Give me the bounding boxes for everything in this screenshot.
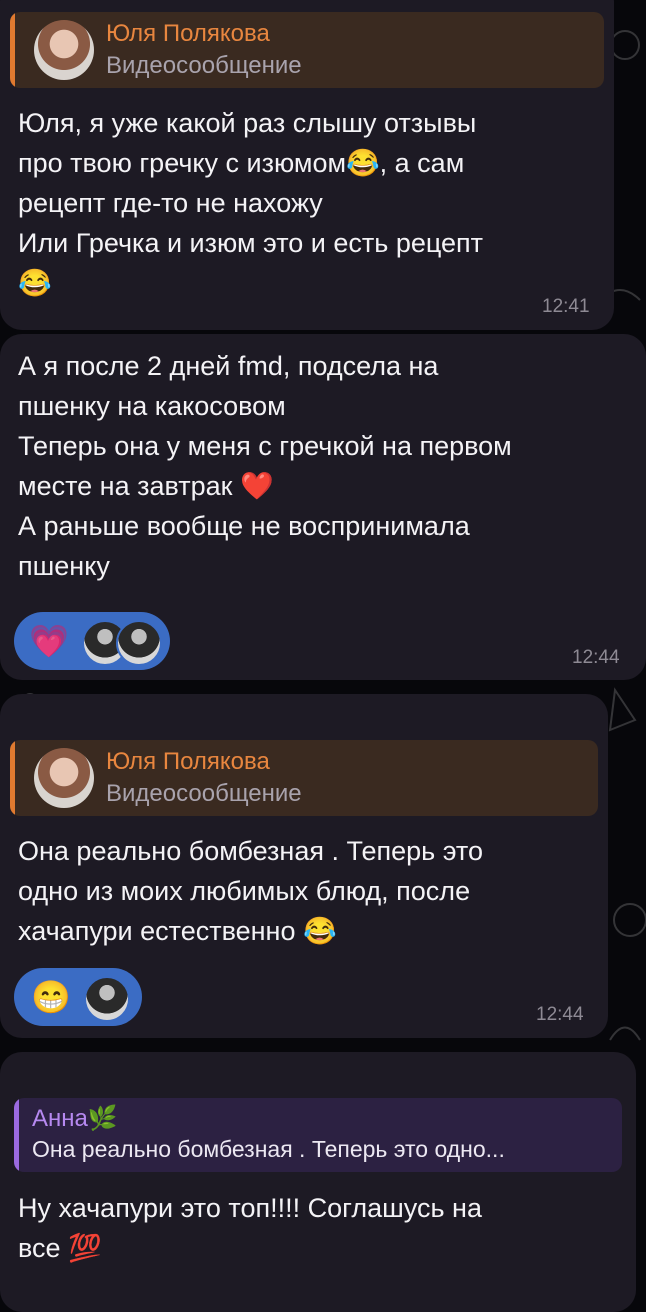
reply-subtitle: Видеосообщение xyxy=(106,52,302,79)
grin-reaction-icon: 😁 xyxy=(31,979,71,1015)
reactions-bar[interactable]: 💗 xyxy=(14,612,170,670)
message-text: Она реально бомбезная . Теперь это одно … xyxy=(18,836,483,946)
reply-accent-bar xyxy=(10,740,15,816)
reply-author: Юля Полякова xyxy=(106,748,270,775)
message-time: 12:41 xyxy=(542,296,590,317)
reactor-avatar xyxy=(116,620,162,666)
heart-reaction-icon: 💗 xyxy=(29,623,69,659)
reply-preview[interactable]: Анна🌿 Она реально бомбезная . Теперь это… xyxy=(14,1098,622,1172)
message-text: А я после 2 дней fmd, подсела на пшенку … xyxy=(18,351,512,581)
message-time: 12:44 xyxy=(572,647,620,668)
reactions-bar[interactable]: 😁 xyxy=(14,968,142,1026)
message-text: Ну хачапури это топ!!!! Соглашусь на все… xyxy=(18,1193,482,1263)
reply-accent-bar xyxy=(14,1098,19,1172)
reply-preview[interactable]: Юля Полякова Видеосообщение xyxy=(10,740,598,816)
avatar xyxy=(34,748,94,808)
message-bubble[interactable]: Юля Полякова Видеосообщение Юля, я уже к… xyxy=(0,0,614,330)
reply-author: Юля Полякова xyxy=(106,20,270,47)
message-text: Юля, я уже какой раз слышу отзывы про тв… xyxy=(18,108,484,298)
reactor-avatar xyxy=(84,976,130,1022)
reply-subtitle: Она реально бомбезная . Теперь это одно.… xyxy=(32,1136,505,1162)
message-bubble[interactable]: Анна🌿 Она реально бомбезная . Теперь это… xyxy=(0,1052,636,1312)
avatar xyxy=(34,20,94,80)
message-bubble[interactable]: Юля Полякова Видеосообщение Она реально … xyxy=(0,694,608,1038)
reply-preview[interactable]: Юля Полякова Видеосообщение xyxy=(10,12,604,88)
reply-accent-bar xyxy=(10,12,15,88)
message-bubble[interactable]: А я после 2 дней fmd, подсела на пшенку … xyxy=(0,334,646,680)
message-time: 12:44 xyxy=(536,1004,584,1025)
reply-author: Анна🌿 xyxy=(32,1105,118,1132)
reply-subtitle: Видеосообщение xyxy=(106,780,302,807)
